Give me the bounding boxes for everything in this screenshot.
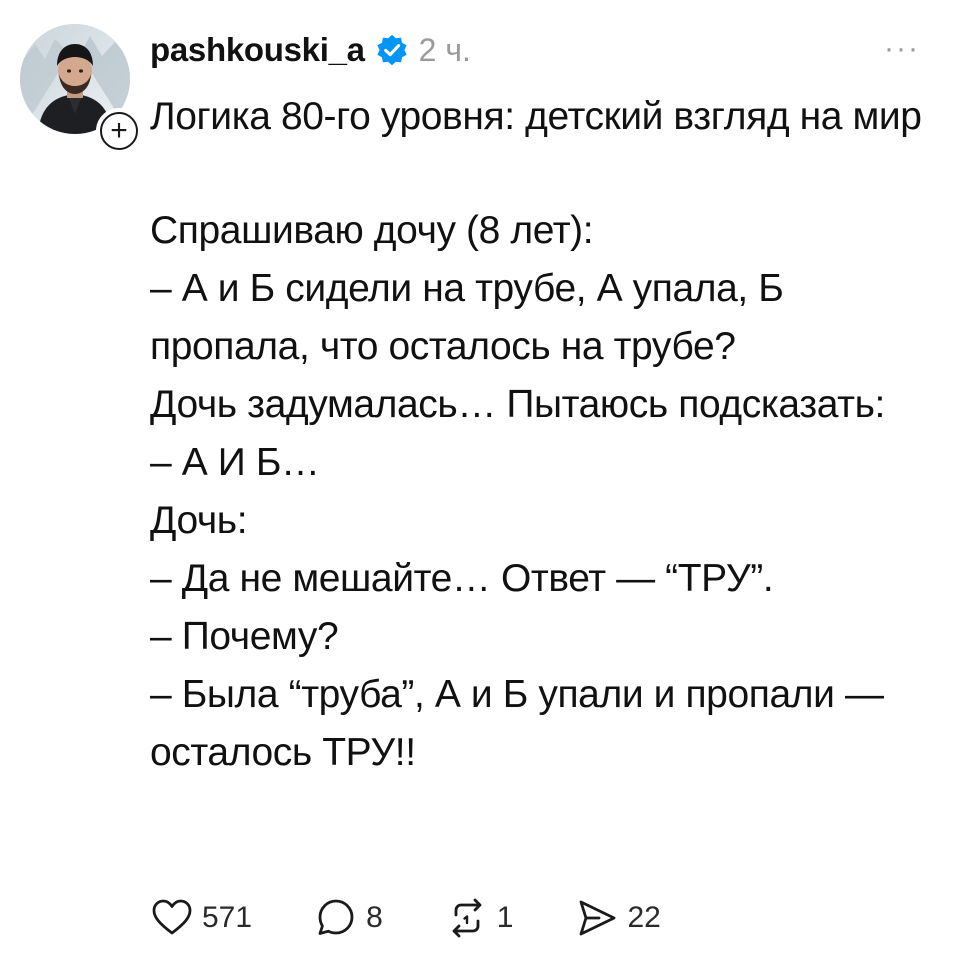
repost-button[interactable]: 1 — [445, 896, 514, 940]
thread-post: + pashkouski_a 2 ч. ··· Логика 80-го уро… — [0, 0, 960, 961]
repost-count: 1 — [496, 901, 514, 934]
post-actions: 571 8 1 22 — [150, 888, 723, 948]
like-count: 571 — [202, 901, 253, 934]
heart-icon — [152, 899, 192, 935]
post-line: – А И Б… — [150, 441, 320, 484]
username[interactable]: pashkouski_a — [150, 31, 365, 69]
avatar-container[interactable]: + — [20, 24, 142, 154]
verified-badge-icon — [377, 34, 407, 66]
comment-button[interactable]: 8 — [314, 896, 383, 940]
post-body: Логика 80-го уровня: детский взгляд на м… — [150, 88, 940, 782]
post-timestamp: 2 ч. — [418, 31, 471, 68]
share-count: 22 — [627, 901, 661, 934]
post-text: Спрашиваю дочу (8 лет): – А и Б сидели н… — [150, 202, 940, 782]
post-line: – Почему? — [150, 615, 339, 658]
post-line: – Была “труба”, А и Б упали и пропали — … — [150, 673, 894, 774]
post-line: – Да не мешайте… Ответ — “ТРУ”. — [150, 557, 774, 600]
follow-button[interactable]: + — [96, 108, 142, 154]
like-button[interactable]: 571 — [150, 896, 252, 940]
comment-count: 8 — [366, 901, 383, 934]
share-button[interactable]: 22 — [575, 896, 661, 940]
post-line: Спрашиваю дочу (8 лет): — [150, 209, 594, 252]
send-icon — [580, 900, 616, 936]
post-header: pashkouski_a 2 ч. ··· — [150, 26, 920, 74]
plus-icon: + — [100, 112, 138, 150]
comment-bubble-icon — [318, 899, 354, 935]
repost-icon — [452, 898, 482, 938]
post-title: Логика 80-го уровня: детский взгляд на м… — [150, 95, 922, 138]
post-line: Дочь задумалась… Пытаюсь подсказать: — [150, 383, 885, 426]
post-line: – А и Б сидели на трубе, А упала, Б проп… — [150, 267, 794, 368]
post-line: Дочь: — [150, 499, 248, 542]
more-options-icon[interactable]: ··· — [884, 32, 920, 66]
